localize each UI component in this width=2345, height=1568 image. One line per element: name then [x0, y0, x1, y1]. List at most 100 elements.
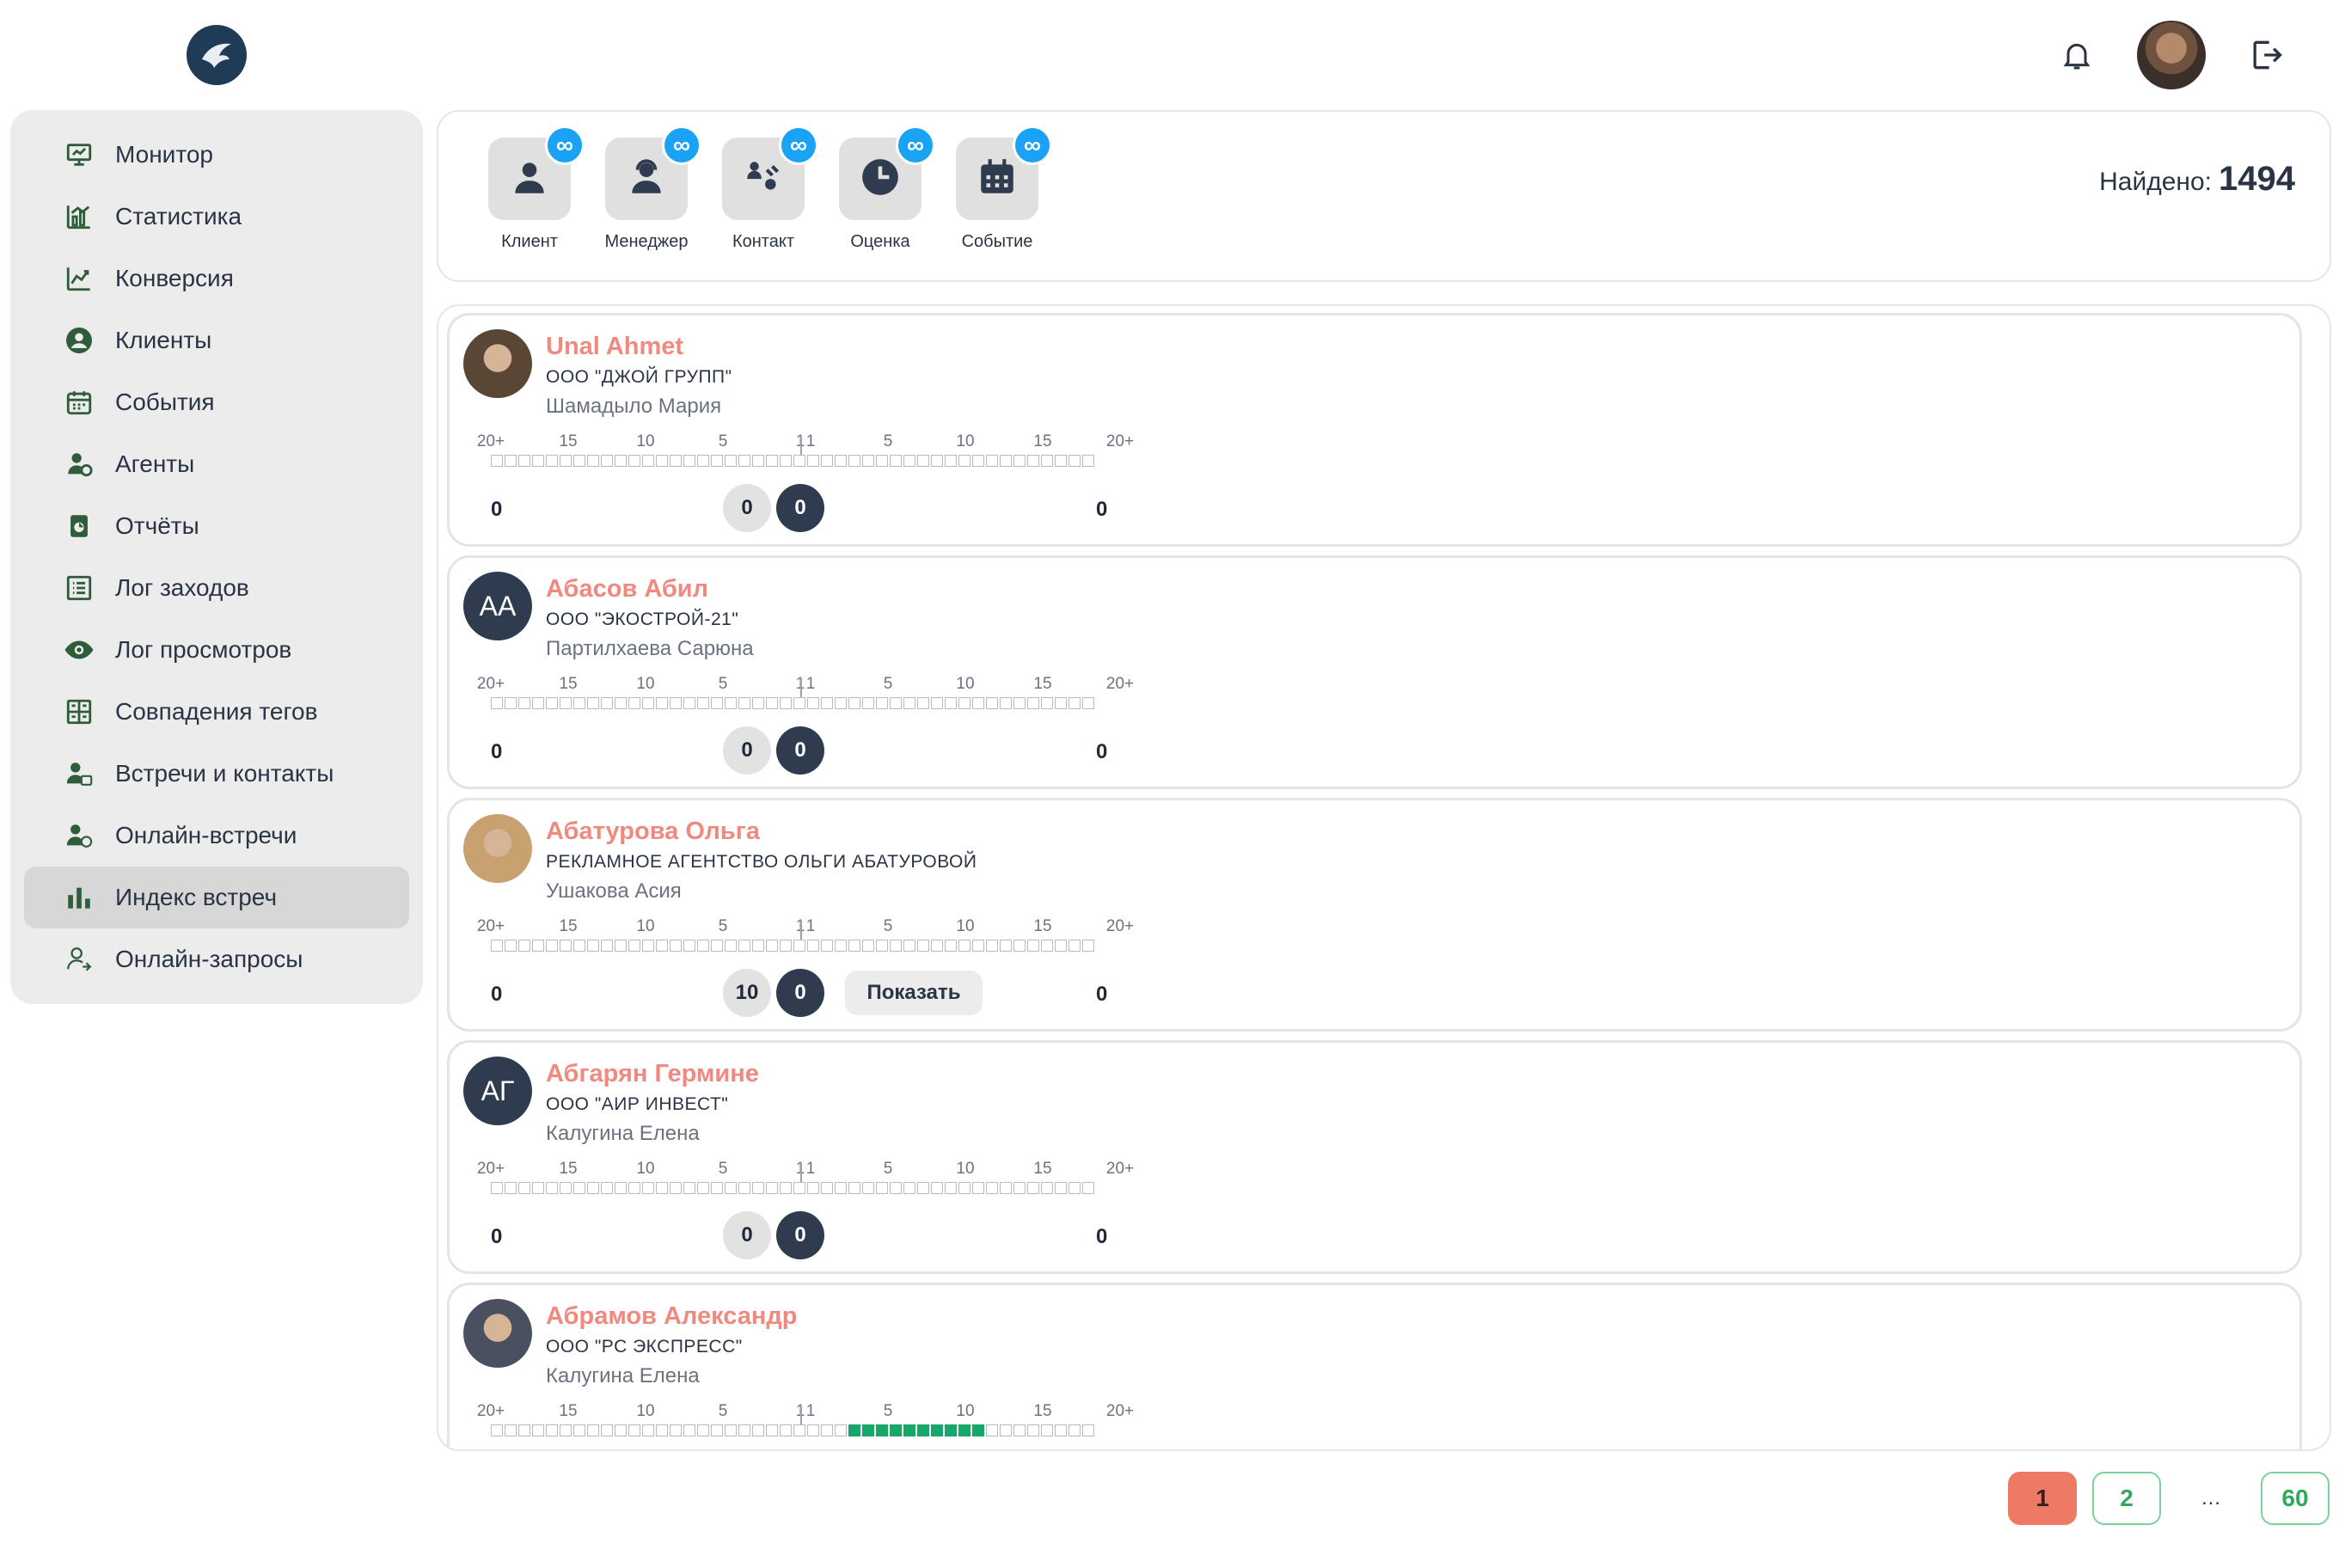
scale-cell	[986, 697, 998, 709]
scale-cell	[601, 1182, 613, 1194]
filter-item[interactable]: ∞ Менеджер	[604, 126, 701, 252]
bar-chart-icon	[62, 880, 96, 915]
sidebar-item[interactable]: Монитор	[24, 124, 409, 186]
sidebar-item[interactable]: Клиенты	[24, 309, 409, 371]
page-button[interactable]: 2	[2092, 1472, 2161, 1525]
filter-label: Оценка	[850, 232, 910, 251]
client-card[interactable]: АГ Абгарян Гермине ООО "АИР ИНВЕСТ" Калугин…	[447, 1040, 2302, 1274]
sidebar-item[interactable]: Онлайн-встречи	[24, 805, 409, 867]
user-avatar[interactable]	[2137, 21, 2206, 89]
scale-cell	[958, 1424, 970, 1436]
sidebar-item[interactable]: Отчёты	[24, 495, 409, 557]
scale-cell	[903, 455, 915, 467]
scale-cell	[1055, 1182, 1067, 1194]
client-card[interactable]: Абатурова Ольга РЕКЛАМНОЕ АГЕНТСТВО ОЛЬГИ…	[447, 798, 2302, 1032]
client-name-link[interactable]: Абгарян Гермине	[546, 1060, 759, 1088]
scale-label: 20+	[1105, 1160, 1135, 1178]
scale-cell	[958, 455, 970, 467]
sidebar-item[interactable]: Встречи и контакты	[24, 743, 409, 805]
scale-label: 15	[559, 1160, 578, 1178]
filter-button[interactable]: ∞	[956, 126, 1052, 220]
scale-cell	[1068, 455, 1081, 467]
page-button[interactable]: 60	[2261, 1472, 2330, 1525]
sidebar-item[interactable]: Индекс встреч	[24, 867, 409, 928]
scale-cell	[725, 940, 737, 952]
agents-icon	[62, 447, 96, 481]
sidebar-item[interactable]: Онлайн-запросы	[24, 928, 409, 990]
logout-icon[interactable]	[2240, 29, 2292, 81]
filter-button[interactable]: ∞	[722, 126, 818, 220]
sidebar-item-label: События	[115, 389, 215, 415]
scale-labels: 20+15105115101520+	[470, 1160, 1134, 1180]
scale-cell	[656, 1424, 668, 1436]
sidebar-item[interactable]: Агенты	[24, 433, 409, 495]
filter-button[interactable]: ∞	[605, 126, 701, 220]
scale-label: 5	[883, 432, 893, 450]
scale-cell	[670, 940, 682, 952]
client-name-link[interactable]: Абрамов Александр	[546, 1302, 797, 1331]
filter-item[interactable]: ∞ Событие	[956, 126, 1052, 252]
scale-cell	[1055, 1424, 1067, 1436]
client-card[interactable]: АА Абасов Абил ООО "ЭКОСТРОЙ-21" Партилхаев…	[447, 555, 2302, 789]
scale-cell	[587, 940, 599, 952]
scale-cell	[1013, 455, 1026, 467]
count-badge-light: 0	[723, 1211, 771, 1259]
client-card[interactable]: Абрамов Александр ООО "РС ЭКСПРЕСС" Калуги…	[447, 1283, 2302, 1449]
scale-cell	[1041, 697, 1053, 709]
scale-cell	[560, 940, 572, 952]
scale-cell	[670, 697, 682, 709]
scale-cell	[628, 697, 640, 709]
sidebar-item[interactable]: Лог заходов	[24, 557, 409, 619]
scale-label: 1	[805, 432, 816, 450]
sidebar-item[interactable]: Конверсия	[24, 248, 409, 309]
scale-cell	[793, 697, 805, 709]
scale-labels: 20+15105115101520+	[470, 1402, 1134, 1423]
scale-cell	[876, 455, 888, 467]
index-scale	[491, 1424, 1094, 1436]
scale-label: 1	[805, 1402, 816, 1420]
scale-cell	[546, 940, 558, 952]
count-badge-light: 0	[723, 484, 771, 532]
filter-button[interactable]: ∞	[839, 126, 935, 220]
sidebar-item[interactable]: Совпадения тегов	[24, 681, 409, 743]
scale-cell	[711, 697, 723, 709]
scale-cell	[697, 455, 709, 467]
scale-cell	[986, 940, 998, 952]
infinity-badge: ∞	[662, 126, 701, 165]
show-button[interactable]: Показать	[845, 971, 983, 1015]
scale-cell	[986, 455, 998, 467]
scale-cell	[862, 1424, 874, 1436]
scale-cell	[766, 940, 778, 952]
scale-cell	[1027, 455, 1039, 467]
scale-cell	[848, 1182, 860, 1194]
sidebar-item[interactable]: Лог просмотров	[24, 619, 409, 681]
filter-item[interactable]: ∞ Клиент	[488, 126, 585, 252]
brand-logo[interactable]	[187, 25, 247, 85]
client-name-link[interactable]: Unal Ahmet	[546, 333, 683, 361]
bell-icon[interactable]	[2051, 29, 2103, 81]
scale-cell	[972, 1424, 984, 1436]
page-button[interactable]: 1	[2008, 1472, 2077, 1525]
sidebar-item[interactable]: События	[24, 371, 409, 433]
client-name-link[interactable]: Абатурова Ольга	[546, 818, 760, 846]
scale-label: 10	[636, 432, 655, 450]
scale-cell	[615, 697, 627, 709]
scale-label: 10	[636, 675, 655, 693]
conversion-icon	[62, 261, 96, 296]
company-name: ООО "ЭКОСТРОЙ-21"	[546, 609, 739, 629]
scale-label: 10	[636, 1402, 655, 1420]
sidebar-item-label: Онлайн-запросы	[115, 946, 303, 972]
filter-item[interactable]: ∞ Контакт	[722, 126, 818, 252]
scale-cell	[1082, 697, 1094, 709]
scale-cell	[1055, 455, 1067, 467]
sidebar-item[interactable]: Статистика	[24, 186, 409, 248]
scale-cell	[532, 1424, 544, 1436]
scale-cell	[560, 1424, 572, 1436]
filter-item[interactable]: ∞ Оценка	[839, 126, 935, 252]
scale-label: 10	[956, 432, 975, 450]
client-card[interactable]: Unal Ahmet ООО "ДЖОЙ ГРУПП" Шамадыло Мария…	[447, 313, 2302, 547]
scale-cell	[752, 697, 764, 709]
client-name-link[interactable]: Абасов Абил	[546, 575, 708, 603]
scale-cell	[807, 940, 819, 952]
filter-button[interactable]: ∞	[488, 126, 585, 220]
